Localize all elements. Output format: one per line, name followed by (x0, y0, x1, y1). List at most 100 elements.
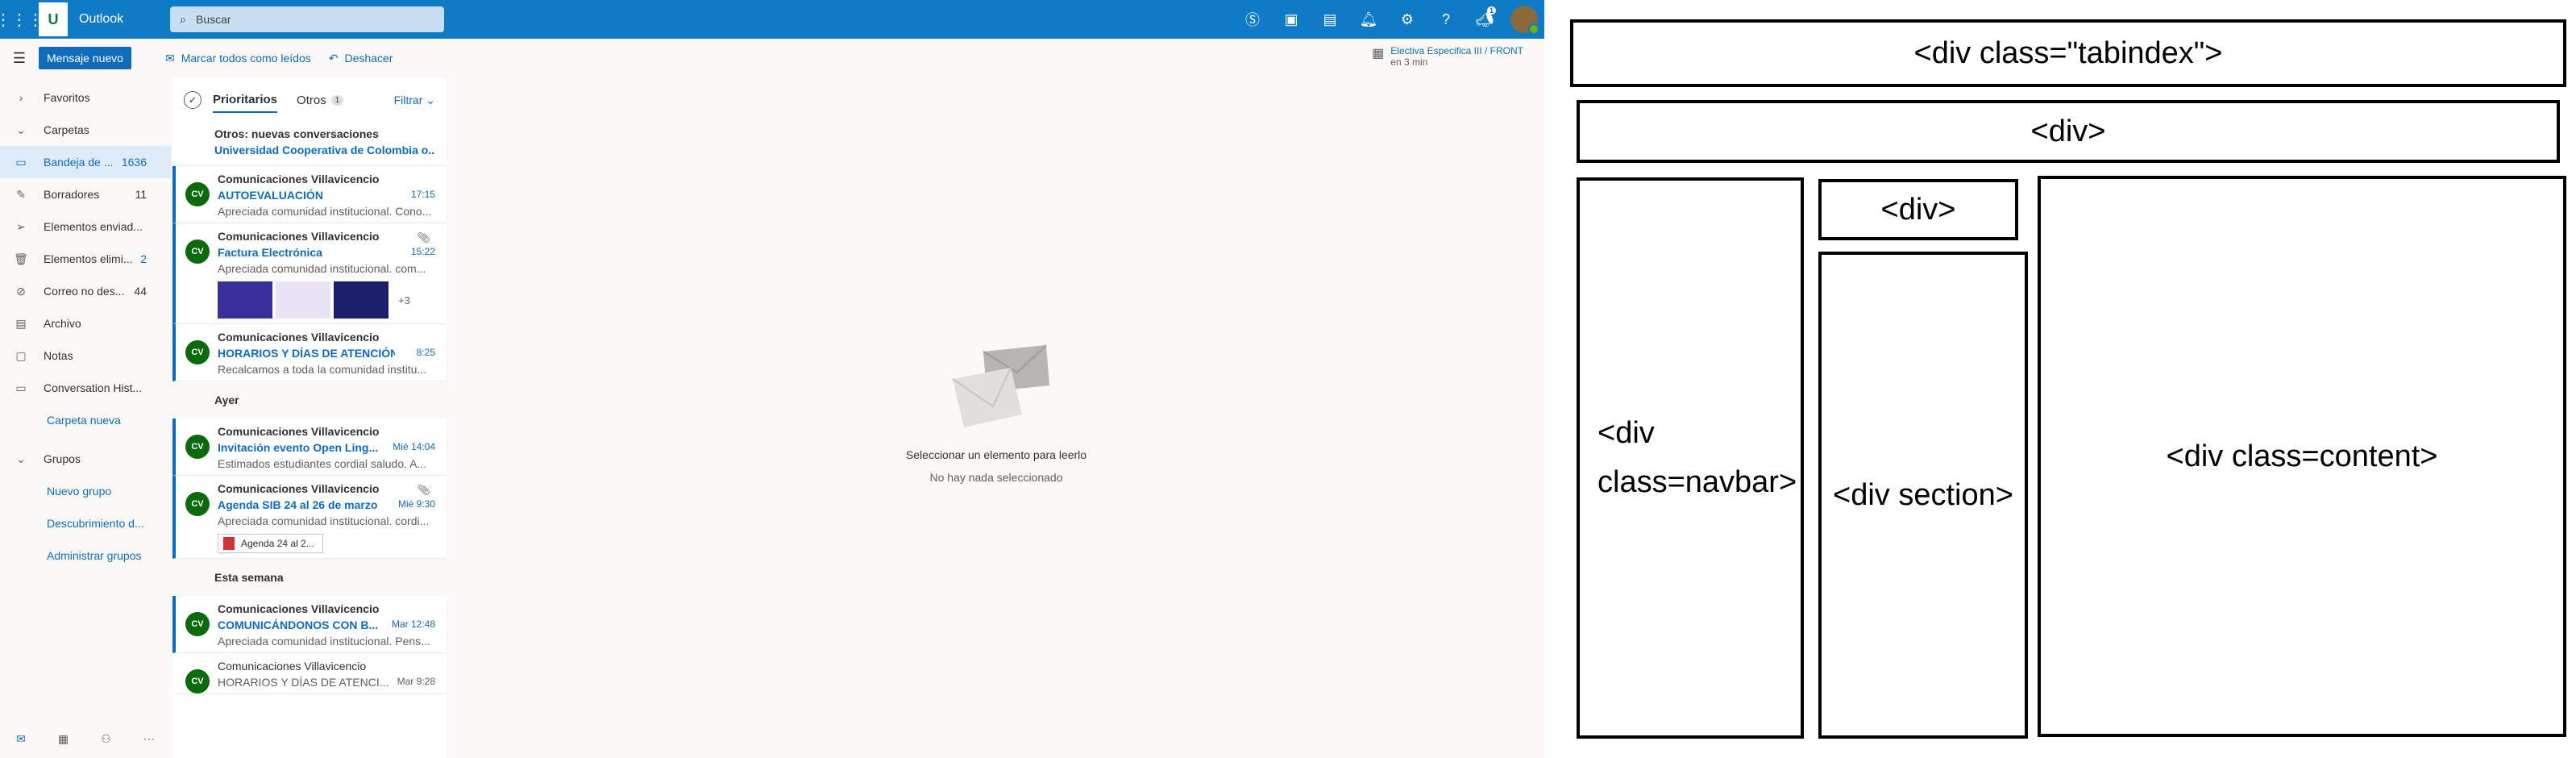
message-preview: Apreciada comunidad institucional. com..… (218, 262, 426, 275)
image-thumbnail[interactable] (218, 281, 272, 319)
favorites-label: Favoritos (44, 91, 90, 104)
message-from: Comunicaciones Villavicencio (218, 482, 380, 495)
message-item[interactable]: CV 📎︎ Comunicaciones Villavicencio Agend… (172, 476, 447, 559)
outlook-window: ⋮⋮⋮ U Outlook ⌕ Buscar Ⓢ ▣ ▤ 🔔︎ ⚙ ? 📣︎ 1 ☰… (0, 0, 1544, 758)
people-icon[interactable]: ⚇ (101, 732, 111, 746)
blocked-icon: ⊘ (16, 284, 26, 298)
folder-label: Archivo (44, 317, 81, 330)
envelope-illustration-icon (952, 344, 1049, 427)
calendar-share-icon[interactable]: ▤ (1311, 0, 1349, 39)
calendar-icon[interactable]: ▦ (58, 732, 69, 746)
message-item[interactable]: CV Comunicaciones Villavicencio HORARIOS… (172, 324, 447, 381)
image-thumbnail[interactable] (276, 281, 330, 319)
folder-label: Correo no des... (44, 285, 125, 298)
pencil-icon: ✎ (16, 187, 26, 201)
folder-icon: ▭ (15, 381, 27, 394)
app-name[interactable]: Outlook (79, 12, 123, 27)
tab-other-label: Otros (297, 93, 326, 107)
sender-avatar: CV (185, 239, 210, 264)
message-subject: COMUNICÁNDONOS CON B... (218, 618, 379, 631)
app-launcher-icon[interactable]: ⋮⋮⋮ (0, 0, 44, 39)
avatar[interactable] (1510, 6, 1539, 35)
other-header: Otros: nuevas conversaciones (214, 127, 379, 140)
mail-icon[interactable]: ✉ (16, 732, 26, 746)
group-header-yesterday: Ayer (172, 381, 447, 419)
attachment-chip[interactable]: Agenda 24 al 2... (218, 534, 323, 553)
diagram-box-div-small: <div> (1818, 179, 2018, 240)
new-folder-link[interactable]: Carpeta nueva (0, 404, 171, 436)
message-subject: Invitación evento Open Ling... (218, 441, 379, 454)
hamburger-icon[interactable]: ☰ (0, 50, 39, 67)
folder-label: Bandeja de ... (44, 156, 114, 169)
gear-icon[interactable]: ⚙ (1388, 0, 1427, 39)
filter-label: Filtrar (393, 93, 423, 106)
mark-all-read-button[interactable]: ✉ Marcar todos como leídos (165, 52, 311, 65)
manage-groups-link[interactable]: Administrar grupos (0, 539, 171, 572)
envelope-open-icon: ✉ (164, 51, 175, 65)
image-thumbnail[interactable] (334, 281, 388, 319)
message-item[interactable]: CV Comunicaciones Villavicencio Invitaci… (172, 419, 447, 476)
folder-sent[interactable]: ➢ Elementos enviad... (0, 210, 171, 243)
search-input[interactable]: ⌕ Buscar (170, 6, 445, 32)
folder-inbox[interactable]: ▭ Bandeja de ... 1636 (0, 146, 171, 178)
message-item[interactable]: CV Comunicaciones Villavicencio HORARIOS… (172, 653, 447, 694)
more-icon[interactable]: ⋯ (143, 732, 155, 746)
folder-deleted[interactable]: 🗑︎ Elementos elimi... 2 (0, 243, 171, 275)
folder-archive[interactable]: ▤ Archivo (0, 307, 171, 339)
trash-icon: 🗑︎ (14, 252, 28, 265)
archive-icon: ▤ (15, 316, 27, 330)
sender-avatar: CV (185, 340, 210, 364)
folder-junk[interactable]: ⊘ Correo no des... 44 (0, 275, 171, 307)
undo-icon: ↶ (328, 51, 339, 65)
folders-toggle[interactable]: ⌄ Carpetas (0, 114, 171, 146)
message-subject: HORARIOS Y DÍAS DE ATENCI... (218, 676, 389, 689)
message-time: 8:25 (416, 347, 435, 358)
select-all-checkbox[interactable]: ✓ (184, 91, 202, 109)
new-message-button[interactable]: Mensaje nuevo (39, 47, 131, 69)
teams-icon[interactable]: ▣ (1272, 0, 1311, 39)
message-preview: Estimados estudiantes cordial saludo. A.… (218, 457, 427, 470)
upcoming-event[interactable]: ▦ Electiva Especifica III / FRONT en 3 min (1372, 45, 1523, 68)
folder-notes[interactable]: ▢ Notas (0, 339, 171, 372)
bell-icon[interactable]: 🔔︎ (1349, 0, 1388, 39)
folder-conversation-history[interactable]: ▭ Conversation Hist... (0, 372, 171, 404)
folder-drafts[interactable]: ✎ Borradores 11 (0, 178, 171, 210)
message-preview: Apreciada comunidad institucional. Pens.… (218, 635, 430, 648)
help-icon[interactable]: ? (1427, 0, 1465, 39)
sender-avatar: CV (185, 612, 210, 636)
more-attachments[interactable]: +3 (398, 294, 410, 306)
megaphone-icon[interactable]: 📣︎ 1 (1465, 0, 1504, 39)
tab-focused[interactable]: Prioritarios (213, 88, 278, 113)
empty-state-subtitle: No hay nada seleccionado (929, 471, 1063, 484)
diagram-box-tabindex: <div class="tabindex"> (1570, 19, 2566, 87)
message-from: Comunicaciones Villavicencio (218, 660, 367, 673)
groups-toggle[interactable]: ⌄ Grupos (0, 443, 171, 475)
folder-label: Borradores (44, 188, 100, 201)
message-item[interactable]: CV 📎︎ Comunicaciones Villavicencio Factu… (172, 223, 447, 324)
folder-count: 11 (135, 188, 147, 201)
message-time: 15:22 (410, 246, 435, 257)
folder-count: 44 (134, 285, 147, 298)
message-preview: Apreciada comunidad institucional. Cono.… (218, 205, 432, 218)
other-new-conversations[interactable]: Otros: nuevas conversaciones Universidad… (172, 123, 447, 166)
undo-button[interactable]: ↶ Deshacer (329, 52, 393, 65)
event-when: en 3 min (1390, 56, 1428, 68)
filter-button[interactable]: Filtrar ⌄ (394, 94, 435, 107)
diagram-box-div: <div> (1577, 100, 2560, 163)
diagram-navbar-line2: class=navbar> (1598, 465, 1797, 499)
pdf-icon (223, 537, 235, 550)
skype-icon[interactable]: Ⓢ (1233, 0, 1272, 39)
favorites-toggle[interactable]: › Favoritos (0, 81, 171, 114)
calendar-icon: ▦ (1372, 47, 1385, 60)
search-placeholder: Buscar (195, 13, 231, 26)
send-icon: ➢ (16, 219, 26, 233)
message-preview: Recalcamos a toda la comunidad institu..… (218, 363, 427, 376)
message-item[interactable]: CV Comunicaciones Villavicencio COMUNICÁ… (172, 596, 447, 653)
diagram-box-navbar: <div class=navbar> (1577, 177, 1804, 739)
new-group-link[interactable]: Nuevo grupo (0, 475, 171, 507)
discover-groups-link[interactable]: Descubrimiento d... (0, 507, 171, 539)
message-item[interactable]: CV Comunicaciones Villavicencio AUTOEVAL… (172, 166, 447, 223)
tab-other[interactable]: Otros 1 (297, 93, 344, 107)
sender-avatar: CV (185, 492, 210, 516)
folder-label: Conversation Hist... (44, 381, 143, 394)
